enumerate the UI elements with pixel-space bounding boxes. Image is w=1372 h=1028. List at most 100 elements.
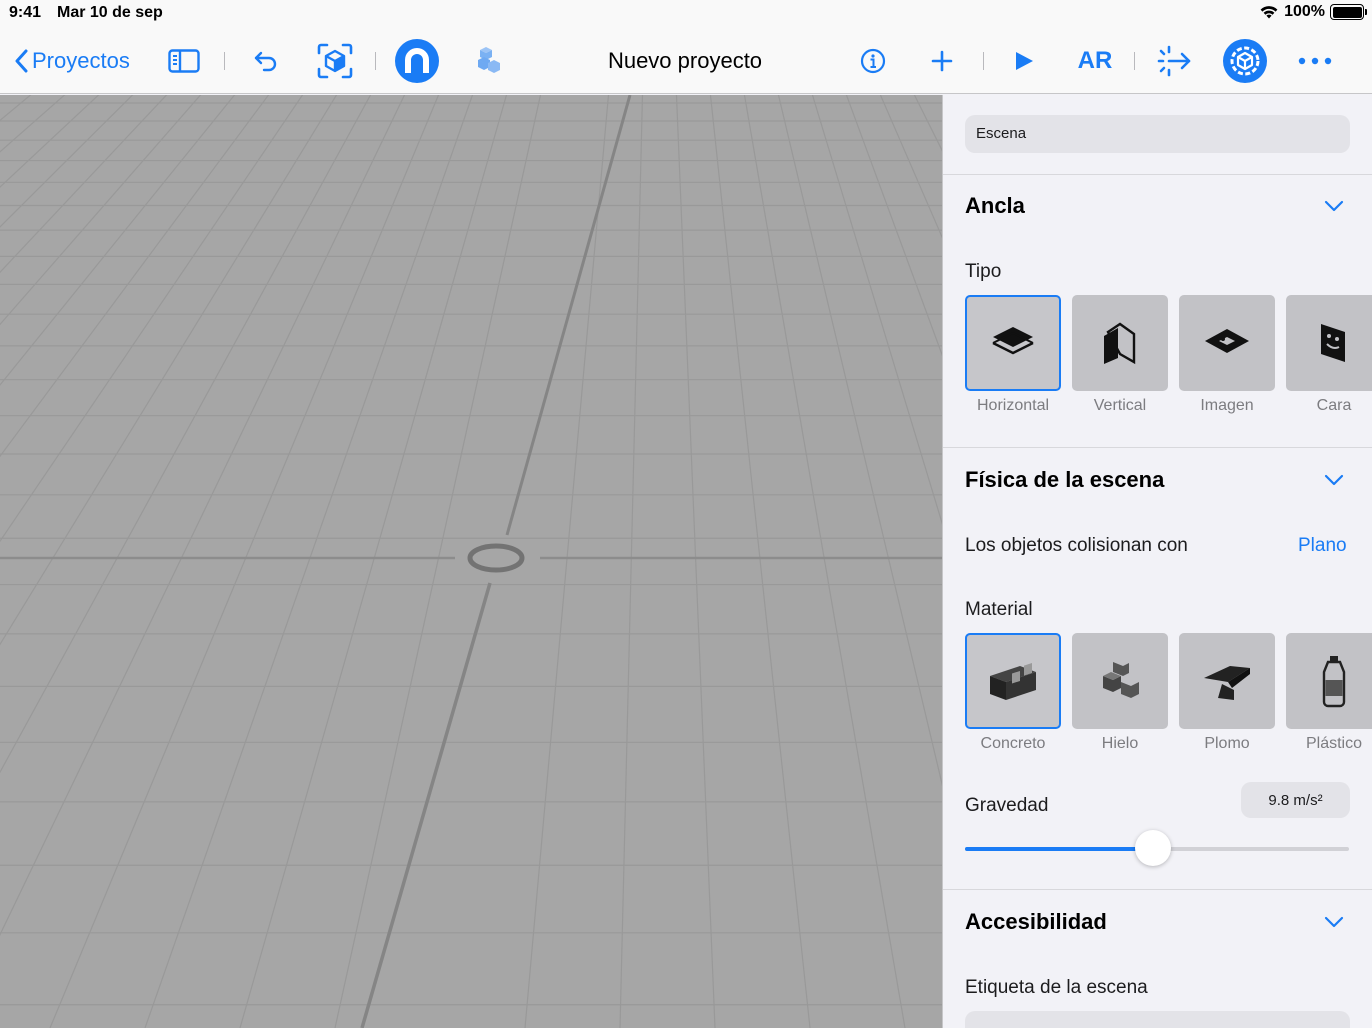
grid-line <box>0 95 270 458</box>
grid-line <box>879 95 942 239</box>
grid-line <box>0 95 655 1028</box>
divider <box>943 174 1372 175</box>
grid-line <box>655 95 942 1028</box>
grid-line <box>0 95 655 1028</box>
anchor-type-label-vertical: Vertical <box>1093 397 1147 414</box>
gear-cube-icon <box>1230 46 1260 76</box>
grid-line <box>0 95 655 1028</box>
properties-button-circle <box>1223 39 1267 83</box>
undo-button[interactable] <box>250 28 282 94</box>
anchor-type-label-horizontal: Horizontal <box>976 397 1050 414</box>
grid-line <box>144 95 474 1028</box>
anchor-section-title: Ancla <box>965 193 1025 218</box>
ice-cubes-icon <box>1103 662 1139 698</box>
grid-line <box>0 95 655 1028</box>
grid-line <box>655 95 942 1028</box>
grid-line <box>655 95 942 1028</box>
add-object-button[interactable] <box>468 28 504 94</box>
gravity-value[interactable]: 9.8 m/s² <box>1241 782 1350 818</box>
grid-line <box>655 95 942 1028</box>
ar-button[interactable]: AR <box>1074 28 1116 94</box>
grid-line <box>0 95 202 326</box>
material-label-plastic: Plástico <box>1305 735 1363 752</box>
grid-line <box>0 95 32 122</box>
chevron-down-icon[interactable] <box>1324 199 1344 213</box>
grid-line <box>239 95 508 1028</box>
horizontal-plane-icon <box>992 327 1034 355</box>
grid-line <box>913 95 942 152</box>
grid-line <box>0 95 655 1028</box>
origin-ring <box>467 543 525 573</box>
grid-line <box>655 95 942 1028</box>
grid-line <box>0 95 655 1028</box>
info-button[interactable] <box>858 28 888 94</box>
grid-line <box>0 95 100 188</box>
collide-value[interactable]: Plano <box>1298 535 1347 557</box>
snap-button-circle <box>395 39 439 83</box>
back-label: Proyectos <box>32 48 130 73</box>
grid-line <box>655 95 942 1028</box>
material-concrete[interactable] <box>965 633 1061 729</box>
grid-line <box>655 95 942 1028</box>
scene-label-field[interactable] <box>965 1011 1350 1028</box>
toolbar-separator <box>224 52 225 70</box>
anchor-type-horizontal[interactable] <box>965 295 1061 391</box>
inspector-panel: Escena Ancla Tipo Horizontal Vertical Im… <box>942 95 1372 1028</box>
grid-line <box>0 95 655 1028</box>
material-lead[interactable] <box>1179 633 1275 729</box>
play-icon <box>1016 52 1033 70</box>
grid-line <box>655 95 942 1028</box>
divider <box>943 447 1372 448</box>
chevron-left-icon <box>15 49 28 73</box>
gravity-slider-thumb[interactable] <box>1135 830 1172 866</box>
grid-line <box>655 95 942 1028</box>
grid-line <box>0 95 304 543</box>
anchor-type-label-face: Cara <box>1316 397 1352 414</box>
anchor-type-vertical[interactable] <box>1072 295 1168 391</box>
scene-viewport[interactable] <box>0 95 942 1028</box>
toolbar: Proyectos Nuevo proyecto AR <box>0 28 1372 94</box>
grid-line <box>49 95 440 1028</box>
status-right: 100% <box>1259 3 1367 21</box>
collide-label: Los objetos colisionan con <box>965 535 1188 556</box>
anvil-icon <box>1204 666 1250 700</box>
material-label: Material <box>965 599 1033 620</box>
grid-line <box>655 95 942 1028</box>
properties-button[interactable] <box>1223 28 1267 94</box>
material-plastic[interactable] <box>1286 633 1372 729</box>
grid-line <box>675 95 716 1028</box>
gravity-slider[interactable] <box>965 830 1349 866</box>
play-button[interactable] <box>1010 28 1038 94</box>
grid-line <box>0 95 134 228</box>
back-button[interactable]: Proyectos <box>14 28 130 94</box>
cubes-icon <box>478 47 500 73</box>
grid-line <box>0 95 372 774</box>
move-arrow-icon <box>1157 45 1191 77</box>
grid-line <box>811 95 942 525</box>
sidebar-button[interactable] <box>166 28 202 94</box>
grid-line <box>0 95 655 1028</box>
grid-line <box>0 95 406 936</box>
toolbar-separator <box>1134 52 1135 70</box>
anchor-type-face[interactable] <box>1286 295 1372 391</box>
anchor-type-image[interactable] <box>1179 295 1275 391</box>
ground-grid <box>0 95 942 1028</box>
grid-line <box>655 95 942 1028</box>
add-button[interactable] <box>928 28 956 94</box>
chevron-down-icon[interactable] <box>1324 915 1344 929</box>
image-anchor-icon <box>1205 329 1249 353</box>
grid-line <box>0 95 236 386</box>
grid-line <box>0 95 338 646</box>
divider <box>943 889 1372 890</box>
scene-name-field[interactable]: Escena <box>965 115 1350 153</box>
snap-button[interactable] <box>395 28 439 94</box>
ar-scan-button[interactable] <box>316 28 354 94</box>
more-button[interactable] <box>1296 28 1334 94</box>
battery-percent: 100% <box>1284 3 1325 20</box>
grid-line <box>0 95 655 1028</box>
material-ice[interactable] <box>1072 633 1168 729</box>
chevron-down-icon[interactable] <box>1324 473 1344 487</box>
transform-button[interactable] <box>1156 28 1194 94</box>
grid-line <box>0 95 655 1028</box>
status-date: Mar 10 de sep <box>57 4 163 21</box>
